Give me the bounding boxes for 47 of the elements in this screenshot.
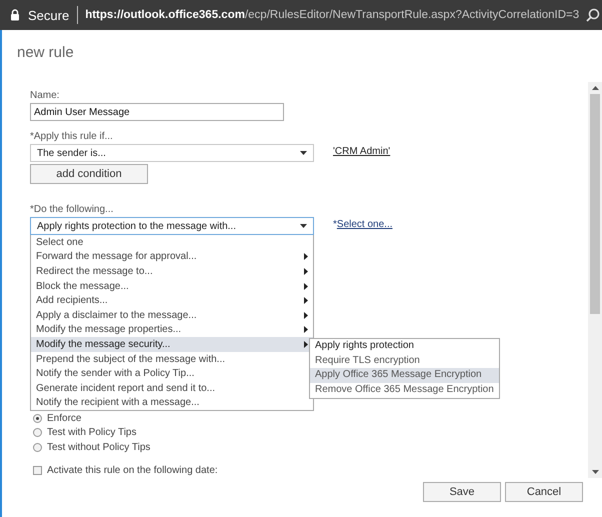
select-one-link[interactable]: Select one...	[336, 219, 392, 230]
caret-icon	[300, 224, 307, 228]
radio-button[interactable]	[33, 442, 42, 452]
radio-label: Test with Policy Tips	[47, 427, 136, 438]
search-icon[interactable]	[586, 8, 600, 22]
menu-item[interactable]: Apply a disclaimer to the message...	[31, 308, 313, 323]
menu-item[interactable]: Forward the message for approval...	[31, 250, 313, 264]
url-text[interactable]: https://outlook.office365.com/ecp/RulesEditor/NewTransportRule.aspx?ActivityCorrelationID=3	[85, 9, 580, 21]
field-label: *Do the following...	[30, 204, 114, 215]
radio-button[interactable]	[33, 414, 42, 423]
scrollbar[interactable]	[588, 82, 602, 478]
radio-label: Enforce	[47, 412, 82, 424]
submenu-item[interactable]: Remove Office 365 Message Encryption	[310, 382, 499, 398]
sender-link[interactable]: 'CRM Admin'	[333, 146, 390, 157]
menu-item[interactable]: Redirect the message to...	[31, 264, 313, 279]
scroll-up-icon[interactable]	[592, 86, 598, 90]
add-condition-button[interactable]: add condition	[30, 164, 148, 184]
menu-item[interactable]: Add recipients...	[31, 293, 313, 308]
lock-icon	[10, 9, 20, 21]
submenu-item[interactable]: Apply rights protection	[310, 339, 499, 354]
caret-icon	[300, 151, 307, 155]
scroll-down-icon[interactable]	[592, 470, 598, 474]
scrollbar-thumb[interactable]	[590, 94, 600, 314]
menu-item[interactable]: Notify the sender with a Policy Tip...	[31, 366, 313, 381]
submenu-item[interactable]: Apply Office 365 Message Encryption	[310, 368, 499, 383]
checkbox-label: Activate this rule on the following date:	[47, 464, 218, 476]
radio-button[interactable]	[33, 428, 42, 438]
menu-item[interactable]: Prepend the subject of the message with...	[31, 352, 313, 366]
radio-label: Test without Policy Tips	[47, 442, 150, 453]
condition-dropdown[interactable]: The sender is...	[30, 144, 314, 162]
action-dropdown[interactable]: Apply rights protection to the message with...	[30, 217, 314, 235]
name-input[interactable]: Admin User Message	[30, 103, 284, 121]
menu-item[interactable]: Modify the message security...	[31, 337, 313, 352]
menu-item[interactable]: Block the message...	[31, 278, 313, 294]
menu-item[interactable]: Notify the recipient with a message...	[31, 396, 313, 410]
required-mark: *	[333, 219, 337, 230]
menu-item[interactable]: Select one	[31, 235, 313, 250]
menu-item[interactable]: Modify the message properties...	[31, 322, 313, 338]
checkbox[interactable]	[33, 466, 42, 475]
submenu-item[interactable]: Require TLS encryption	[310, 354, 499, 368]
page-title: new rule	[16, 43, 75, 63]
field-label: *Apply this rule if...	[30, 131, 114, 142]
dialog-button[interactable]: Save	[423, 482, 501, 502]
field-label: Name:	[30, 90, 60, 101]
security-label: Secure	[28, 8, 70, 22]
dialog-button[interactable]: Cancel	[505, 482, 583, 502]
menu-item[interactable]: Generate incident report and send it to...	[31, 380, 313, 396]
